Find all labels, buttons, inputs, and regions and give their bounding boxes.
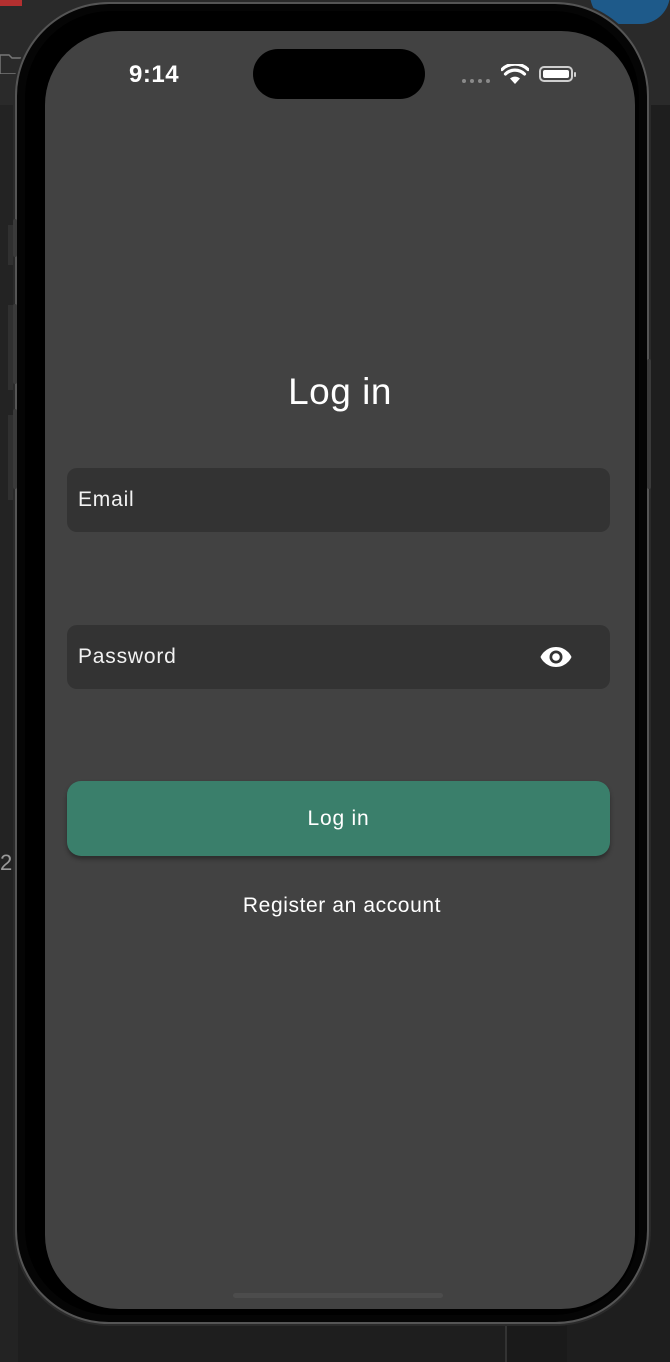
phone-frame: 9:14 Log in Email Password Log in Regist… (13, 4, 651, 1322)
login-button[interactable]: Log in (67, 781, 610, 856)
register-account-link[interactable]: Register an account (45, 894, 635, 918)
phone-bezel: 9:14 Log in Email Password Log in Regist… (25, 11, 639, 1315)
desktop-bottom-bar (505, 1325, 567, 1362)
home-indicator[interactable] (233, 1293, 443, 1298)
email-placeholder: Email (78, 488, 135, 511)
battery-icon (539, 66, 576, 82)
eye-icon[interactable] (540, 645, 572, 669)
password-field[interactable]: Password (67, 625, 610, 689)
dynamic-island (253, 49, 425, 99)
desktop-stray-text: 2 (0, 850, 13, 875)
app-screen: 9:14 Log in Email Password Log in Regist… (45, 31, 635, 1309)
status-time: 9:14 (129, 61, 180, 88)
phone-power-button (647, 359, 651, 489)
phone-volume-up-button (13, 304, 17, 384)
cellular-signal-dots-icon (462, 79, 490, 83)
desktop-side-panel (0, 105, 18, 1362)
password-placeholder: Password (78, 645, 177, 668)
phone-volume-down-button (13, 409, 17, 489)
phone-action-button (13, 219, 17, 257)
desktop-red-badge (0, 0, 22, 6)
page-title: Log in (288, 371, 392, 412)
wifi-icon (501, 64, 529, 84)
email-field[interactable]: Email (67, 468, 610, 532)
